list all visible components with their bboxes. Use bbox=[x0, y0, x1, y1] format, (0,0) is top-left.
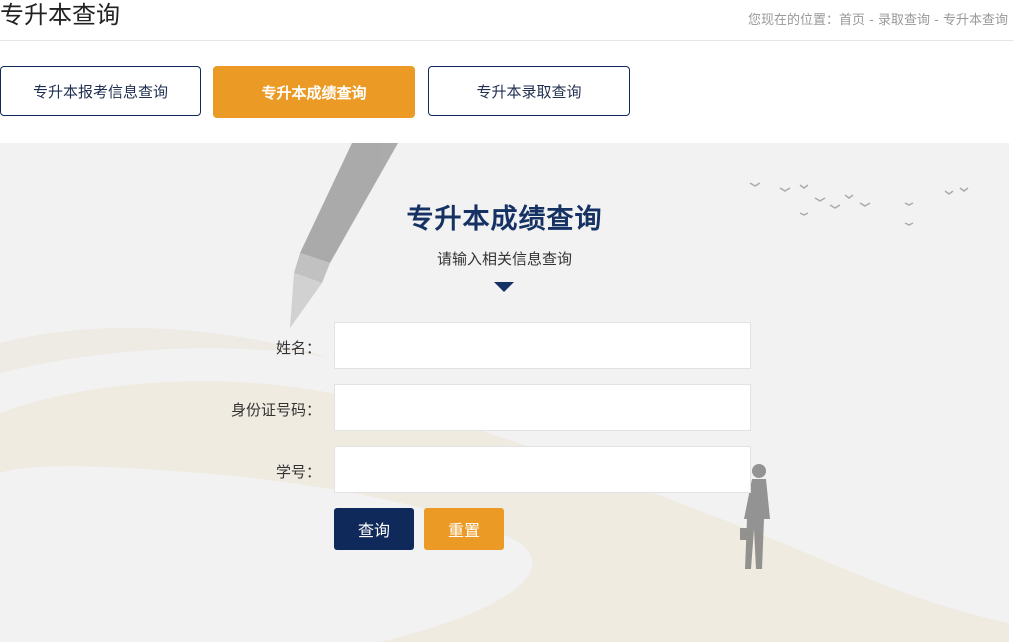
page-title: 专升本查询 bbox=[0, 1, 120, 29]
breadcrumb-separator: - bbox=[930, 13, 943, 28]
breadcrumb-prefix: 您现在的位置： bbox=[748, 13, 840, 28]
tab-admission-query[interactable]: 专升本录取查询 bbox=[428, 66, 630, 116]
breadcrumb-separator: - bbox=[865, 13, 878, 28]
form-subtitle: 请输入相关信息查询 bbox=[436, 250, 572, 268]
breadcrumb-item-admission-query[interactable]: 录取查询 bbox=[878, 13, 930, 28]
tab-score-query[interactable]: 专升本成绩查询 bbox=[213, 66, 415, 118]
query-button[interactable]: 查询 bbox=[334, 508, 414, 550]
breadcrumb-item-home[interactable]: 首页 bbox=[839, 13, 865, 28]
tab-registration-info[interactable]: 专升本报考信息查询 bbox=[0, 66, 201, 116]
score-query-panel: 专升本成绩查询 请输入相关信息查询 姓名： 身份证号码： 学号： 查询 重置 bbox=[0, 143, 1009, 642]
student-id-input[interactable] bbox=[334, 446, 751, 493]
breadcrumb: 您现在的位置：首页 - 录取查询 - 专升本查询 bbox=[748, 9, 1008, 28]
name-input[interactable] bbox=[334, 322, 751, 369]
id-number-input[interactable] bbox=[334, 384, 751, 431]
arrow-down-icon bbox=[494, 282, 514, 292]
reset-button[interactable]: 重置 bbox=[424, 508, 504, 550]
page-header: 专升本查询 您现在的位置：首页 - 录取查询 - 专升本查询 bbox=[0, 0, 1013, 41]
student-id-label: 学号： bbox=[275, 463, 321, 481]
breadcrumb-item-current[interactable]: 专升本查询 bbox=[943, 13, 1008, 28]
form-title: 专升本成绩查询 bbox=[406, 204, 603, 235]
id-number-label: 身份证号码： bbox=[230, 401, 321, 419]
name-label: 姓名： bbox=[275, 339, 321, 357]
